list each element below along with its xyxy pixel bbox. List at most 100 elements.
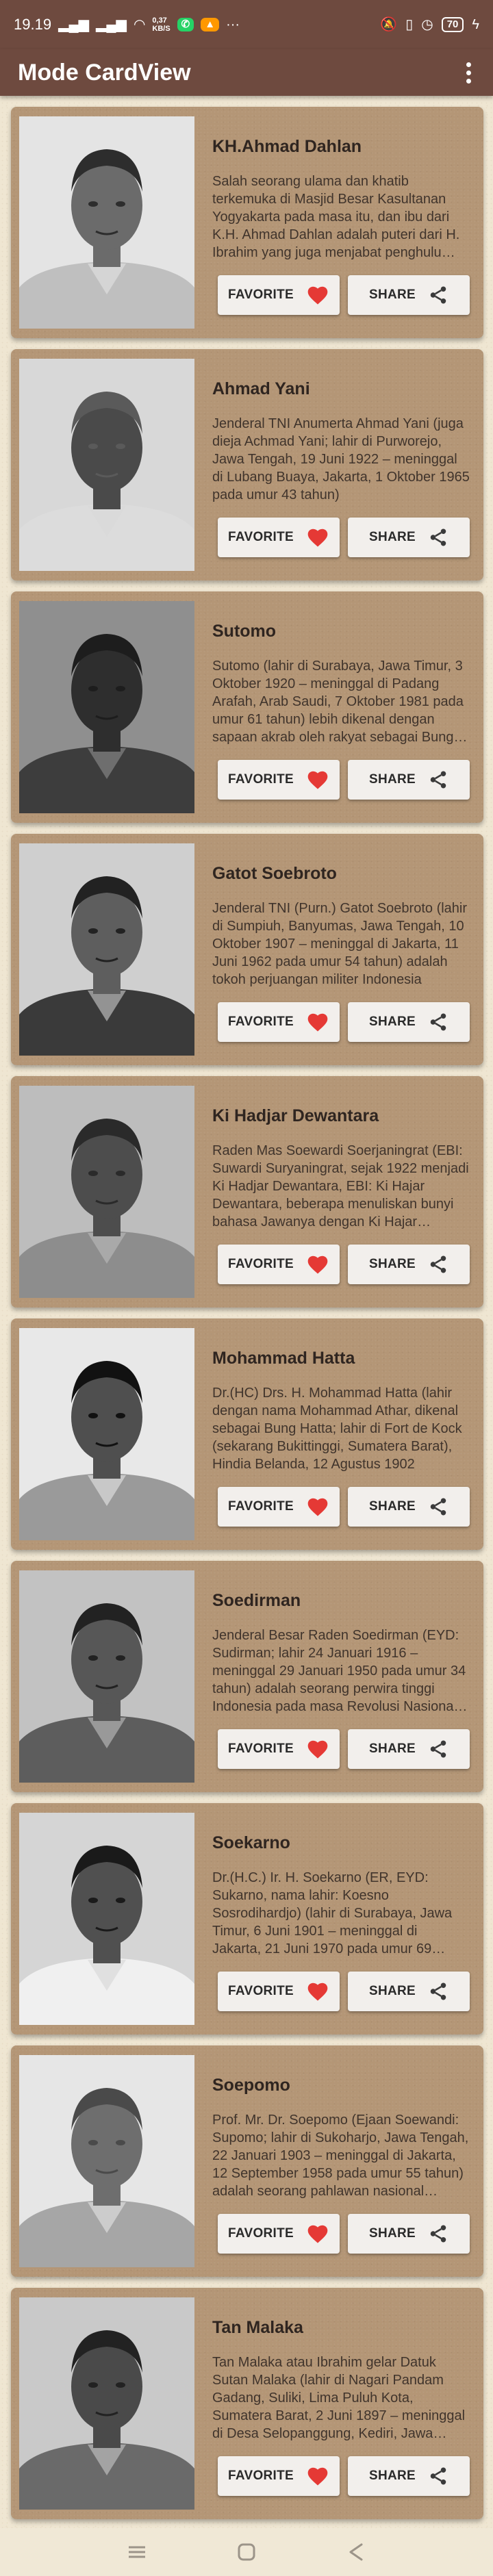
hero-description: Dr.(HC) Drs. H. Mohammad Hatta (lahir de… <box>212 1386 462 1472</box>
hero-photo <box>19 2055 194 2267</box>
hero-description: Raden Mas Soewardi Soerjaningrat (EBI: S… <box>212 1143 469 1229</box>
share-label: SHARE <box>368 2469 416 2483</box>
favorite-button[interactable]: FAVORITE <box>218 760 340 800</box>
hero-name: KH.Ahmad Dahlan <box>212 137 362 156</box>
share-button[interactable]: SHARE <box>348 1487 470 1527</box>
heart-icon <box>306 2466 329 2486</box>
hero-card[interactable]: Soepomo Prof. Mr. Dr. Soepomo (Ejaan Soew… <box>11 2045 483 2277</box>
hero-name: Soedirman <box>212 1591 301 1610</box>
share-icon <box>428 527 448 548</box>
network-speed: 0,37 KB/S <box>152 16 170 33</box>
heart-icon <box>306 1981 329 2002</box>
favorite-label: FAVORITE <box>228 1257 294 1271</box>
alarm-icon: ◷ <box>421 17 433 32</box>
app-bar: Mode CardView <box>0 49 493 96</box>
share-label: SHARE <box>368 1984 416 1998</box>
hero-photo <box>19 359 194 571</box>
hero-name: Sutomo <box>212 622 277 641</box>
hero-card[interactable]: Soedirman Jenderal Besar Raden Soedirman … <box>11 1561 483 1792</box>
hero-description: Tan Malaka atau Ibrahim gelar Datuk Suta… <box>212 2355 466 2441</box>
hero-name: Ki Hadjar Dewantara <box>212 1106 379 1125</box>
favorite-button[interactable]: FAVORITE <box>218 1245 340 1284</box>
share-button[interactable]: SHARE <box>348 2214 470 2254</box>
share-button[interactable]: SHARE <box>348 275 470 315</box>
hero-card[interactable]: Mohammad Hatta Dr.(HC) Drs. H. Mohammad H… <box>11 1318 483 1550</box>
hero-photo <box>19 116 194 329</box>
share-icon <box>428 285 448 305</box>
hero-description: Salah seorang ulama dan khatib terkemuka… <box>212 174 460 260</box>
system-navigation-bar <box>0 2528 493 2576</box>
share-label: SHARE <box>368 1499 416 1514</box>
favorite-label: FAVORITE <box>228 2226 294 2241</box>
heart-icon <box>306 527 329 548</box>
heart-icon <box>306 1739 329 1759</box>
favorite-label: FAVORITE <box>228 1015 294 1029</box>
share-icon <box>428 1981 448 2002</box>
wifi-icon: ◠ <box>133 17 146 32</box>
share-icon <box>428 1254 448 1275</box>
share-button[interactable]: SHARE <box>348 1729 470 1769</box>
favorite-button[interactable]: FAVORITE <box>218 518 340 557</box>
hero-photo <box>19 1328 194 1540</box>
share-button[interactable]: SHARE <box>348 1972 470 2011</box>
hero-photo <box>19 843 194 1056</box>
hero-card[interactable]: Soekarno Dr.(H.C.) Ir. H. Soekarno (ER, E… <box>11 1803 483 2035</box>
heart-icon <box>306 1496 329 1517</box>
hero-description: Sutomo (lahir di Surabaya, Jawa Timur, 3… <box>212 659 464 745</box>
hero-name: Tan Malaka <box>212 2318 303 2337</box>
share-button[interactable]: SHARE <box>348 760 470 800</box>
share-label: SHARE <box>368 772 416 787</box>
share-button[interactable]: SHARE <box>348 518 470 557</box>
hero-photo <box>19 1086 194 1298</box>
hero-card[interactable]: Ahmad Yani Jenderal TNI Anumerta Ahmad Ya… <box>11 349 483 581</box>
vibrate-icon: ▯ <box>405 17 414 32</box>
hero-photo <box>19 1570 194 1783</box>
share-icon <box>428 769 448 790</box>
kebab-dot <box>466 62 471 67</box>
share-icon <box>428 1739 448 1759</box>
recents-icon[interactable] <box>123 2538 151 2566</box>
status-time: 19.19 <box>14 16 52 33</box>
hero-card[interactable]: KH.Ahmad Dahlan Salah seorang ulama dan k… <box>11 107 483 338</box>
share-button[interactable]: SHARE <box>348 1245 470 1284</box>
hero-card[interactable]: Sutomo Sutomo (lahir di Surabaya, Jawa Ti… <box>11 591 483 823</box>
hero-name: Ahmad Yani <box>212 379 310 398</box>
home-icon[interactable] <box>233 2538 260 2566</box>
back-icon[interactable] <box>342 2538 370 2566</box>
favorite-label: FAVORITE <box>228 1742 294 1756</box>
favorite-button[interactable]: FAVORITE <box>218 2456 340 2496</box>
share-label: SHARE <box>368 1257 416 1271</box>
status-left: 19.19 ▂▄▆ ▂▄▆ ◠ 0,37 KB/S ✆ ▲ ··· <box>14 16 240 34</box>
favorite-label: FAVORITE <box>228 772 294 787</box>
hero-card[interactable]: Tan Malaka Tan Malaka atau Ibrahim gelar … <box>11 2288 483 2519</box>
hero-card[interactable]: Ki Hadjar Dewantara Raden Mas Soewardi So… <box>11 1076 483 1308</box>
hero-description: Jenderal TNI (Purn.) Gatot Soebroto (lah… <box>212 901 468 987</box>
share-icon <box>428 1012 448 1032</box>
share-label: SHARE <box>368 530 416 544</box>
favorite-button[interactable]: FAVORITE <box>218 1487 340 1527</box>
favorite-button[interactable]: FAVORITE <box>218 1002 340 1042</box>
more-vert-icon[interactable] <box>462 59 475 86</box>
favorite-button[interactable]: FAVORITE <box>218 1972 340 2011</box>
hero-card[interactable]: Gatot Soebroto Jenderal TNI (Purn.) Gatot… <box>11 834 483 1065</box>
charging-icon: ϟ <box>472 17 479 32</box>
share-button[interactable]: SHARE <box>348 1002 470 1042</box>
hero-description: Jenderal Besar Raden Soedirman (EYD: Sud… <box>212 1628 466 1714</box>
favorite-button[interactable]: FAVORITE <box>218 275 340 315</box>
heart-icon <box>306 285 329 305</box>
favorite-label: FAVORITE <box>228 2469 294 2483</box>
favorite-button[interactable]: FAVORITE <box>218 2214 340 2254</box>
favorite-label: FAVORITE <box>228 530 294 544</box>
hero-description: Prof. Mr. Dr. Soepomo (Ejaan Soewandi: S… <box>212 2113 469 2199</box>
share-label: SHARE <box>368 1742 416 1756</box>
hero-description: Dr.(H.C.) Ir. H. Soekarno (ER, EYD: Suka… <box>212 1870 453 1956</box>
hero-name: Gatot Soebroto <box>212 864 337 883</box>
favorite-button[interactable]: FAVORITE <box>218 1729 340 1769</box>
whatsapp-notification-icon: ✆ <box>177 18 194 31</box>
heart-icon <box>306 1254 329 1275</box>
hero-name: Soepomo <box>212 2076 290 2095</box>
status-bar: 19.19 ▂▄▆ ▂▄▆ ◠ 0,37 KB/S ✆ ▲ ··· 🔕 ▯ ◷ … <box>0 0 493 49</box>
heart-icon <box>306 2223 329 2244</box>
share-button[interactable]: SHARE <box>348 2456 470 2496</box>
share-icon <box>428 2466 448 2486</box>
